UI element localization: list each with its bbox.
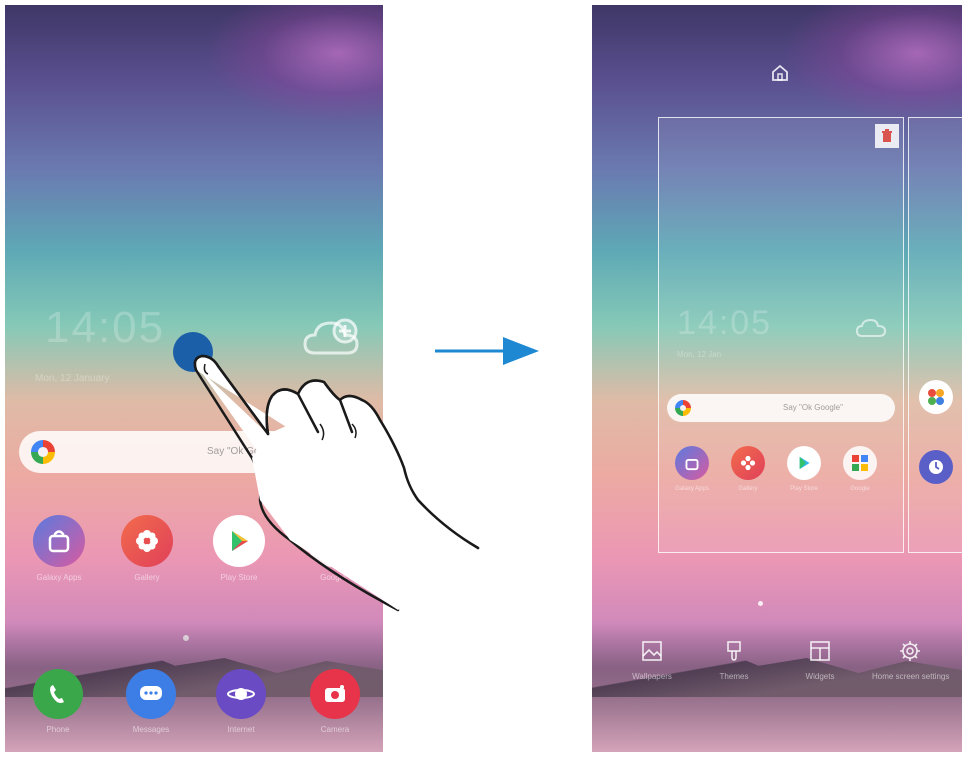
home-page-preview[interactable]: 14:05 Mon, 12 Jan Say "Ok Google" Galaxy… (658, 117, 904, 553)
app-label: Gallery (738, 486, 758, 492)
clock-date: Mon, 12 Jan (677, 350, 722, 359)
transition-arrow-icon (435, 337, 539, 365)
google-search-bar: Say "Ok Google" (667, 394, 895, 422)
themes-option[interactable]: Themes (704, 639, 764, 681)
wallpapers-option[interactable]: Wallpapers (622, 639, 682, 681)
app-play-store: Play Store (777, 446, 831, 492)
widgets-icon (810, 641, 830, 661)
brush-icon (727, 641, 741, 661)
edit-option-label: Wallpapers (632, 672, 672, 681)
edit-option-label: Themes (719, 672, 749, 681)
play-icon (787, 446, 821, 480)
home-screen-edit-mode: 14:05 Mon, 12 Jan Say "Ok Google" Galaxy… (592, 5, 962, 752)
folder-icon (843, 446, 877, 480)
apps-folder-icon (919, 380, 953, 414)
edit-option-label: Home screen settings (872, 672, 950, 681)
bag-icon (675, 446, 709, 480)
widgets-option[interactable]: Widgets (790, 639, 850, 681)
clock-time: 14:05 (677, 304, 773, 342)
edit-option-label: Widgets (805, 672, 835, 681)
next-page-preview[interactable] (908, 117, 962, 553)
flower-icon (731, 446, 765, 480)
settings-icon (900, 641, 920, 661)
home-settings-option[interactable]: Home screen settings (872, 639, 950, 681)
page-indicator (758, 601, 763, 606)
app-label: Play Store (790, 486, 818, 492)
app-label: Google (850, 486, 870, 492)
app-label: Galaxy Apps (675, 486, 709, 492)
delete-page-button[interactable] (875, 124, 899, 148)
app-gallery: Gallery (721, 446, 775, 492)
app-google-folder: Google (833, 446, 887, 492)
search-placeholder: Say "Ok Google" (783, 403, 843, 412)
wallpaper-nebula (782, 5, 962, 125)
trash-icon (882, 129, 892, 142)
google-logo-icon (675, 400, 691, 416)
wallpaper-icon (642, 641, 662, 661)
home-icon[interactable] (770, 63, 790, 83)
app-galaxy-apps: Galaxy Apps (665, 446, 719, 492)
weather-add-icon (855, 318, 887, 337)
clock-app-icon (919, 450, 953, 484)
